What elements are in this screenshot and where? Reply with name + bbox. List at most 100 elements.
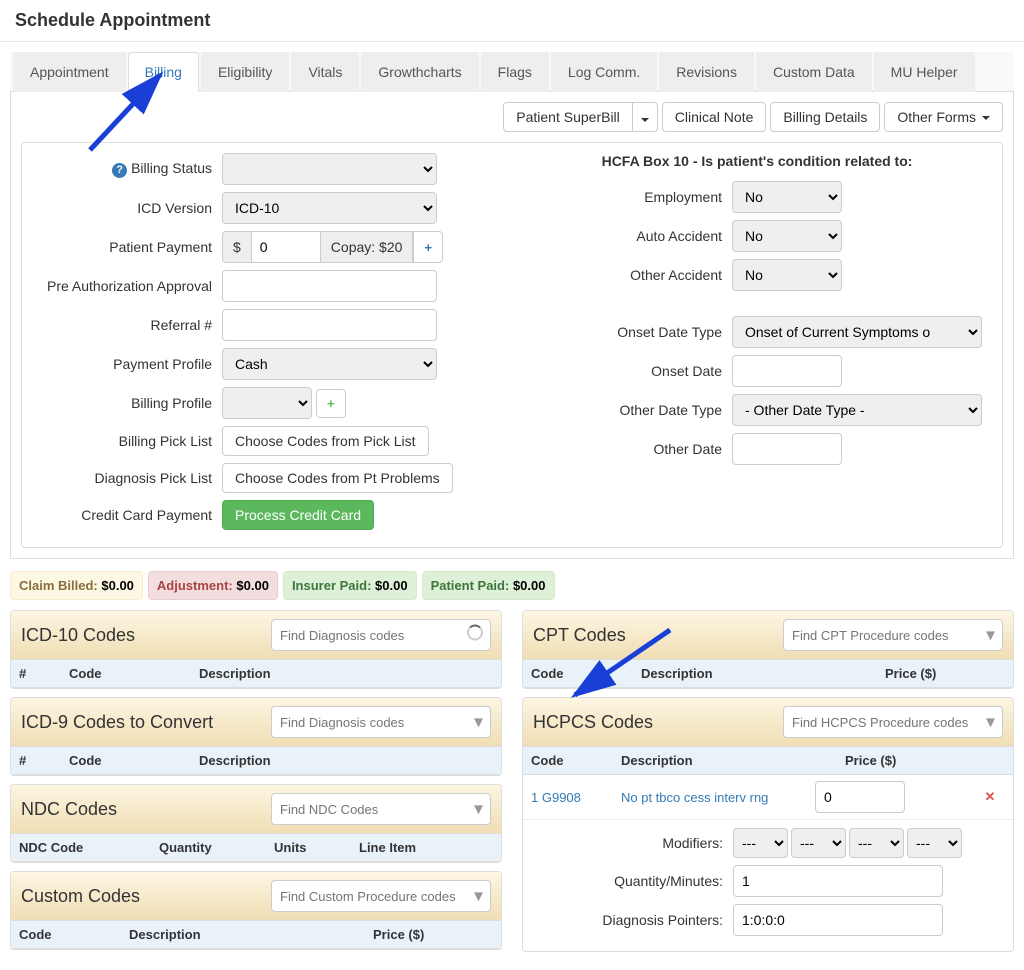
other-forms-button[interactable]: Other Forms [884, 102, 1003, 132]
add-billing-profile-button[interactable]: + [316, 389, 346, 418]
process-credit-button[interactable]: Process Credit Card [222, 500, 374, 530]
row-code-link[interactable]: G9908 [542, 790, 581, 805]
icd10-search-input[interactable] [271, 619, 491, 651]
referral-label: Referral # [32, 317, 222, 333]
tab-billing[interactable]: Billing [128, 52, 199, 92]
th-price: Price ($) [845, 753, 1005, 768]
th-desc: Description [641, 666, 885, 681]
tab-vitals[interactable]: Vitals [291, 52, 359, 92]
delete-row-button[interactable]: ✕ [975, 789, 1005, 805]
patient-paid-badge: Patient Paid: $0.00 [422, 571, 555, 600]
onset-date-label: Onset Date [522, 363, 732, 379]
auto-accident-select[interactable]: No [732, 220, 842, 252]
icd-version-select[interactable]: ICD-10 [222, 192, 437, 224]
adjustment-badge: Adjustment: $0.00 [148, 571, 278, 600]
modifier-1-select[interactable]: --- [733, 828, 788, 858]
th-price: Price ($) [885, 666, 1005, 681]
icd9-title: ICD-9 Codes to Convert [21, 712, 213, 733]
th-desc: Description [199, 753, 493, 768]
tab-revisions[interactable]: Revisions [659, 52, 754, 92]
patient-superbill-dropdown[interactable] [633, 102, 658, 132]
cpt-title: CPT Codes [533, 625, 626, 646]
custom-title: Custom Codes [21, 886, 140, 907]
th-desc: Description [621, 753, 845, 768]
claim-billed-badge: Claim Billed: $0.00 [10, 571, 143, 600]
clinical-note-button[interactable]: Clinical Note [662, 102, 767, 132]
dx-picklist-button[interactable]: Choose Codes from Pt Problems [222, 463, 453, 493]
onset-type-select[interactable]: Onset of Current Symptoms o [732, 316, 982, 348]
hcpcs-panel: HCPCS Codes ▾ Code Description Price ($)… [522, 697, 1014, 952]
patient-payment-input[interactable] [251, 231, 321, 263]
dxptr-label: Diagnosis Pointers: [533, 912, 733, 928]
th-code: Code [69, 666, 199, 681]
preauth-label: Pre Authorization Approval [32, 278, 222, 294]
other-date-input[interactable] [732, 433, 842, 465]
other-type-label: Other Date Type [522, 402, 732, 418]
patient-payment-label: Patient Payment [32, 239, 222, 255]
billing-picklist-label: Billing Pick List [32, 433, 222, 449]
icd9-search-input[interactable] [271, 706, 491, 738]
cpt-search-input[interactable] [783, 619, 1003, 651]
caret-down-icon [641, 118, 649, 122]
other-accident-label: Other Accident [522, 267, 732, 283]
copay-text: Copay: $20 [321, 231, 414, 263]
custom-search-input[interactable] [271, 880, 491, 912]
dxptr-input[interactable] [733, 904, 943, 936]
th-units: Units [274, 840, 359, 855]
credit-label: Credit Card Payment [32, 507, 222, 523]
tab-customdata[interactable]: Custom Data [756, 52, 872, 92]
billing-picklist-button[interactable]: Choose Codes from Pick List [222, 426, 429, 456]
custom-panel: Custom Codes ▾ Code Description Price ($… [10, 871, 502, 950]
help-icon[interactable]: ? [112, 163, 127, 178]
row-price-input[interactable] [815, 781, 905, 813]
tab-appointment[interactable]: Appointment [13, 52, 126, 92]
hcfa-heading: HCFA Box 10 - Is patient's condition rel… [522, 153, 992, 169]
tab-eligibility[interactable]: Eligibility [201, 52, 289, 92]
icd9-panel: ICD-9 Codes to Convert ▾ # Code Descript… [10, 697, 502, 776]
cpt-panel: CPT Codes ▾ Code Description Price ($) [522, 610, 1014, 689]
tab-logcomm[interactable]: Log Comm. [551, 52, 657, 92]
tab-strip: Appointment Billing Eligibility Vitals G… [10, 52, 1014, 92]
billing-details-button[interactable]: Billing Details [770, 102, 880, 132]
other-date-label: Other Date [522, 441, 732, 457]
th-line: Line Item [359, 840, 493, 855]
th-code: Code [69, 753, 199, 768]
tab-muhelper[interactable]: MU Helper [874, 52, 975, 92]
billing-profile-label: Billing Profile [32, 395, 222, 411]
referral-input[interactable] [222, 309, 437, 341]
ndc-search-input[interactable] [271, 793, 491, 825]
th-code: Code [531, 666, 641, 681]
tab-growthcharts[interactable]: Growthcharts [361, 52, 478, 92]
employment-label: Employment [522, 189, 732, 205]
row-desc-link[interactable]: No pt tbco cess interv rng [621, 790, 815, 805]
modifier-3-select[interactable]: --- [849, 828, 904, 858]
other-type-select[interactable]: - Other Date Type - [732, 394, 982, 426]
tab-flags[interactable]: Flags [481, 52, 549, 92]
preauth-input[interactable] [222, 270, 437, 302]
payment-profile-select[interactable]: Cash [222, 348, 437, 380]
onset-type-label: Onset Date Type [522, 324, 732, 340]
add-payment-button[interactable]: + [413, 231, 443, 263]
employment-select[interactable]: No [732, 181, 842, 213]
billing-status-select[interactable] [222, 153, 437, 185]
onset-date-input[interactable] [732, 355, 842, 387]
th-num: # [19, 666, 69, 681]
ndc-title: NDC Codes [21, 799, 117, 820]
modifier-4-select[interactable]: --- [907, 828, 962, 858]
patient-superbill-button[interactable]: Patient SuperBill [503, 102, 633, 132]
qty-input[interactable] [733, 865, 943, 897]
icd10-title: ICD-10 Codes [21, 625, 135, 646]
hcpcs-search-input[interactable] [783, 706, 1003, 738]
th-desc: Description [199, 666, 493, 681]
billing-profile-select[interactable] [222, 387, 312, 419]
insurer-paid-badge: Insurer Paid: $0.00 [283, 571, 417, 600]
icd10-panel: ICD-10 Codes # Code Description [10, 610, 502, 689]
modifiers-label: Modifiers: [533, 835, 733, 851]
hcpcs-title: HCPCS Codes [533, 712, 653, 733]
modal-title: Schedule Appointment [0, 0, 1024, 42]
qty-label: Quantity/Minutes: [533, 873, 733, 889]
th-num: # [19, 753, 69, 768]
other-accident-select[interactable]: No [732, 259, 842, 291]
ndc-panel: NDC Codes ▾ NDC Code Quantity Units Line… [10, 784, 502, 863]
modifier-2-select[interactable]: --- [791, 828, 846, 858]
